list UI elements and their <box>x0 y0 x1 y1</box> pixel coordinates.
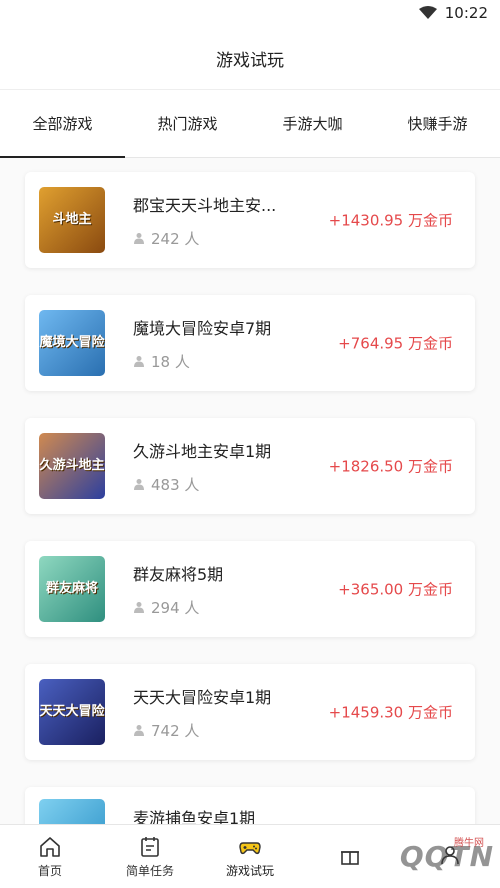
person-icon <box>134 602 144 613</box>
nav-gift[interactable] <box>300 825 400 888</box>
gift-icon <box>341 851 359 865</box>
game-card[interactable]: 天天大冒险 天天大冒险安卓1期 742 人 +1459.30 万金币 <box>25 664 475 760</box>
bottom-nav: 首页 简单任务 游戏试玩 <box>0 824 500 888</box>
tab-bar: 全部游戏 热门游戏 手游大咖 快赚手游 <box>0 90 500 158</box>
game-thumbnail: 魔境大冒险 <box>39 310 105 376</box>
reward-amount: +365.00 万金币 <box>338 580 453 599</box>
game-card[interactable]: 久游斗地主 久游斗地主安卓1期 483 人 +1826.50 万金币 <box>25 418 475 514</box>
game-card[interactable]: 麦游捕鱼安卓1期 <box>25 787 475 824</box>
status-bar: 10:22 <box>0 0 500 28</box>
gamepad-icon <box>239 841 261 854</box>
player-count: 483 人 <box>133 474 475 495</box>
reward-amount: +1826.50 万金币 <box>328 457 453 476</box>
status-time: 10:22 <box>444 4 488 22</box>
game-name: 群友麻将5期 <box>133 564 224 584</box>
tab-all-games[interactable]: 全部游戏 <box>0 90 125 158</box>
player-count: 18 人 <box>133 351 475 372</box>
game-thumbnail: 斗地主 <box>39 187 105 253</box>
page-title: 游戏试玩 <box>216 51 284 71</box>
game-thumbnail: 久游斗地主 <box>39 433 105 499</box>
game-info: 麦游捕鱼安卓1期 <box>133 799 475 824</box>
player-count: 742 人 <box>133 720 475 741</box>
nav-tasks[interactable]: 简单任务 <box>100 825 200 888</box>
status-icons: 10:22 <box>418 4 488 22</box>
user-icon <box>441 846 459 865</box>
game-card[interactable]: 群友麻将 群友麻将5期 294 人 +365.00 万金币 <box>25 541 475 637</box>
task-icon <box>141 836 159 857</box>
game-list: 斗地主 郡宝天天斗地主安... 242 人 +1430.95 万金币 魔境大冒险… <box>0 158 500 824</box>
reward-amount: +1430.95 万金币 <box>328 211 453 230</box>
tab-hot-games[interactable]: 热门游戏 <box>125 90 250 157</box>
home-icon <box>40 836 60 857</box>
wifi-icon <box>418 6 437 19</box>
player-count: 294 人 <box>133 597 475 618</box>
game-card[interactable]: 斗地主 郡宝天天斗地主安... 242 人 +1430.95 万金币 <box>25 172 475 268</box>
nav-game-trial[interactable]: 游戏试玩 <box>200 825 300 888</box>
game-name: 麦游捕鱼安卓1期 <box>133 809 256 824</box>
game-name: 久游斗地主安卓1期 <box>133 441 272 461</box>
person-icon <box>134 233 144 244</box>
person-icon <box>134 725 144 736</box>
game-thumbnail <box>39 799 105 824</box>
player-count: 242 人 <box>133 228 475 249</box>
game-name: 天天大冒险安卓1期 <box>133 687 272 707</box>
game-name: 郡宝天天斗地主安... <box>133 195 277 215</box>
game-thumbnail: 群友麻将 <box>39 556 105 622</box>
nav-profile[interactable] <box>400 825 500 888</box>
tab-mobile-stars[interactable]: 手游大咖 <box>250 90 375 157</box>
title-bar: 游戏试玩 <box>0 28 500 90</box>
game-thumbnail: 天天大冒险 <box>39 679 105 745</box>
game-name: 魔境大冒险安卓7期 <box>133 318 272 338</box>
tab-quick-earn[interactable]: 快赚手游 <box>375 90 500 157</box>
reward-amount: +1459.30 万金币 <box>328 703 453 722</box>
person-icon <box>134 479 144 490</box>
person-icon <box>134 356 144 367</box>
reward-amount: +764.95 万金币 <box>338 334 453 353</box>
game-card[interactable]: 魔境大冒险 魔境大冒险安卓7期 18 人 +764.95 万金币 <box>25 295 475 391</box>
nav-home[interactable]: 首页 <box>0 825 100 888</box>
